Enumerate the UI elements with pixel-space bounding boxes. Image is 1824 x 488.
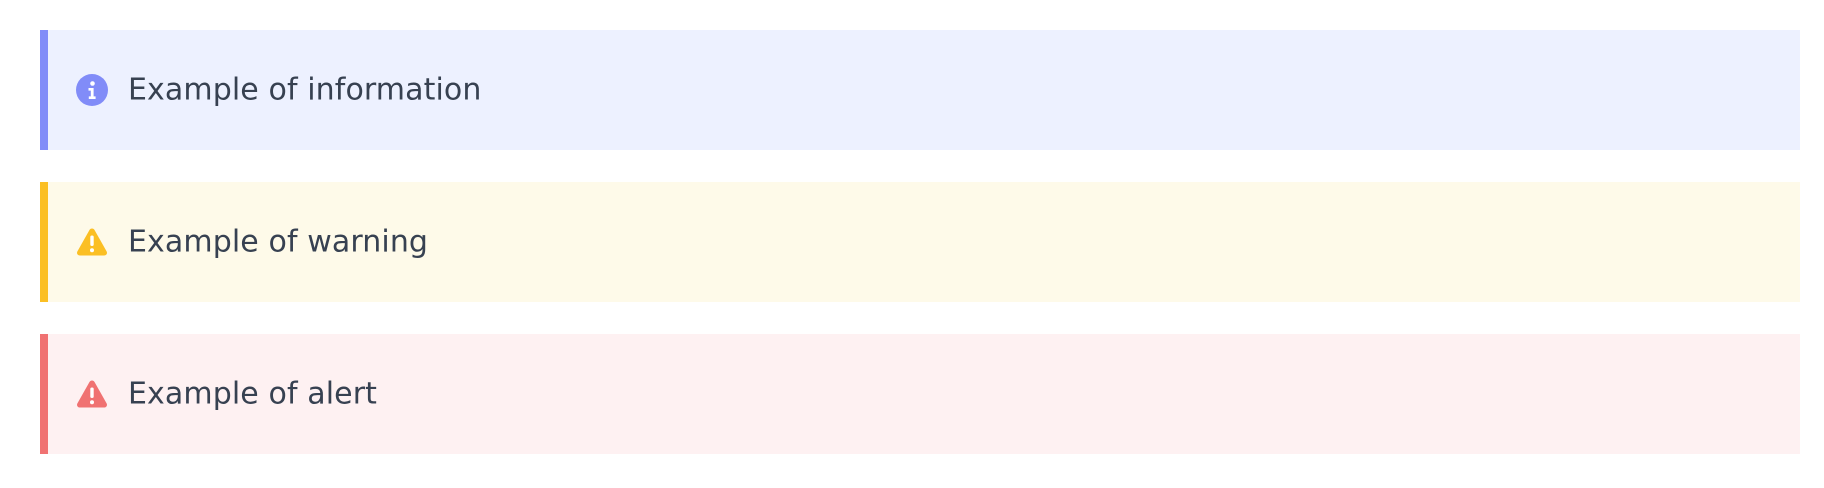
alert-message: Example of alert xyxy=(128,376,378,412)
info-alert: Example of information xyxy=(40,30,1800,150)
alert-triangle-icon xyxy=(76,378,108,410)
info-circle-icon xyxy=(76,74,108,106)
warning-triangle-icon xyxy=(76,226,108,258)
alert-list: Example of information Example of warnin… xyxy=(40,30,1800,454)
alert-message: Example of warning xyxy=(128,224,429,260)
warning-alert: Example of warning xyxy=(40,182,1800,302)
error-alert: Example of alert xyxy=(40,334,1800,454)
alert-message: Example of information xyxy=(128,72,482,108)
